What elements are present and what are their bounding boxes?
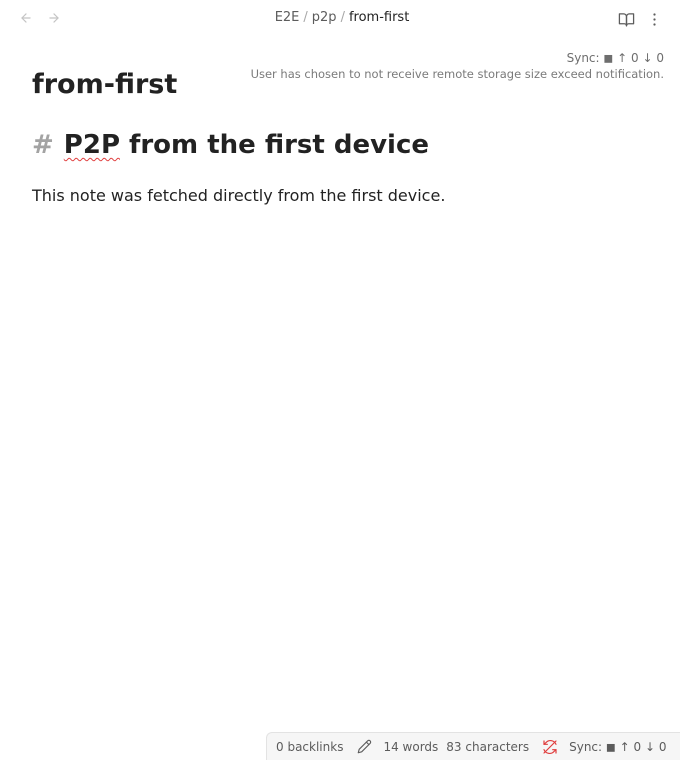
breadcrumb: E2E / p2p / from-first <box>0 10 680 26</box>
storage-notice-text: User has chosen to not receive remote st… <box>250 67 664 81</box>
heading-misspelled-word: P2P <box>63 130 120 160</box>
breadcrumb-separator: / <box>303 10 308 25</box>
breadcrumb-item-e2e[interactable]: E2E <box>275 10 300 25</box>
more-vertical-icon[interactable] <box>644 9 664 29</box>
breadcrumb-separator: / <box>340 10 345 25</box>
sync-status-text: Sync: ◼ ↑ 0 ↓ 0 <box>566 51 664 65</box>
note-title[interactable]: from-first <box>32 68 177 102</box>
word-count: 14 words <box>383 739 439 754</box>
sync-status-overlay: Sync: ◼ ↑ 0 ↓ 0 User has chosen to not r… <box>251 50 664 82</box>
heading-line[interactable]: # P2P from the first device <box>32 127 429 163</box>
sync-status-text[interactable]: Sync: ◼ ↑ 0 ↓ 0 <box>569 740 666 754</box>
refresh-off-icon[interactable] <box>541 738 559 756</box>
book-open-icon[interactable] <box>616 9 636 29</box>
pencil-icon[interactable] <box>355 738 373 756</box>
backlinks-count[interactable]: 0 backlinks <box>276 740 343 754</box>
status-bar: 0 backlinks 14 words 83 characters Sync:… <box>266 732 680 760</box>
view-header: E2E / p2p / from-first <box>0 0 680 36</box>
character-count: 83 characters <box>446 739 530 754</box>
heading-text: from the first device <box>120 130 430 160</box>
breadcrumb-item-p2p[interactable]: p2p <box>312 10 337 25</box>
app-window: E2E / p2p / from-first Sync: ◼ ↑ 0 ↓ 0 User … <box>0 0 680 760</box>
note-paragraph[interactable]: This note was fetched directly from the … <box>32 185 445 207</box>
breadcrumb-current-note[interactable]: from-first <box>349 10 409 25</box>
heading-hash-marker: # <box>32 130 54 160</box>
